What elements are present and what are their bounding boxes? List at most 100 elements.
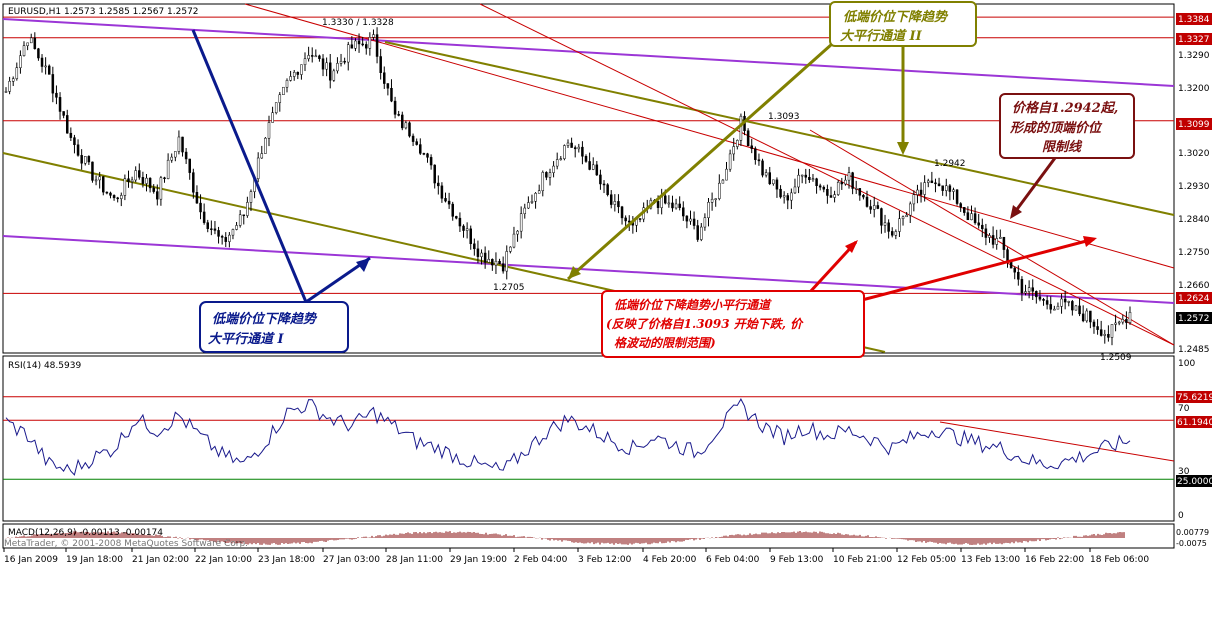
rsi-trend-line [939,421,1175,462]
candle-body [44,65,47,68]
candle-body [217,230,220,237]
candle-body [325,62,328,70]
current-price-label: 1.2572 [1178,314,1210,324]
macd-tick-bottom: -0.0075 [1176,539,1207,548]
candle-body [206,222,209,229]
callout-small-line3: 格波动的限制范围) [614,336,716,350]
candle-body [181,136,184,153]
candle-body [465,228,469,231]
candle-body [736,140,739,147]
candle-body [836,182,840,195]
price-tick: 1.2750 [1178,248,1210,258]
candle-body [444,198,447,202]
candle-body [37,48,40,59]
candle-body [33,37,37,49]
price-annotation-1.3093: 1.3093 [768,112,800,122]
candle-body [1024,291,1027,294]
candle-body [238,214,242,226]
candle-body [573,147,577,150]
candle-body [779,188,782,198]
candle-body [404,122,408,129]
candle-body [545,172,548,178]
candle-body [970,213,973,221]
candle-body [80,155,83,164]
candle-body [1099,329,1103,336]
candle-body [289,76,292,81]
candle-body [141,177,145,184]
candle-body [437,182,440,187]
candle-body [339,60,343,64]
candle-body [55,92,58,98]
candle-body [804,174,808,178]
time-label: 4 Feb 20:00 [643,555,697,565]
candle-body [231,229,235,236]
candle-body [959,203,962,208]
candle-body [620,206,624,219]
candle-body [87,156,91,163]
callout-small-channel: 低端价位下降趋势小平行通道 (反映了价格自1.3093 开始下跌, 价 格波动的… [601,236,1097,358]
candle-body [228,234,231,242]
candle-body [919,189,923,195]
time-label: 28 Jan 11:00 [386,555,443,565]
candle-body [995,238,998,245]
candle-body [555,159,559,167]
candle-body [249,191,253,203]
candle-body [98,176,101,181]
candle-body [689,218,692,222]
candle-body [210,228,213,230]
copyright-watermark: MetaTrader, © 2001-2008 MetaQuotes Softw… [4,539,248,549]
candle-body [408,122,411,137]
candle-body [786,195,790,201]
candle-body [559,158,563,160]
candle-body [69,132,73,138]
candle-body [584,156,588,162]
candle-body [599,174,602,185]
candle-body [494,260,498,266]
candle-body [94,179,98,182]
candle-body [130,179,134,182]
candle-body [361,43,364,46]
candle-body [844,179,847,185]
candle-body [220,236,224,238]
candle-body [811,178,815,181]
time-axis: 16 Jan 2009 19 Jan 18:00 21 Jan 02:00 22 Ja… [3,548,1149,565]
candle-body [120,195,123,199]
candle-body [372,34,375,38]
candle-body [422,153,426,155]
candle-body [310,55,314,57]
candle-body [570,142,573,148]
candle-body [739,115,743,141]
candle-body [332,70,336,81]
candle-body [91,161,94,181]
candle-body [213,228,217,231]
candle-body [516,230,519,235]
candle-body [725,168,728,181]
candle-body [624,217,627,222]
rsi-panel-frame [2,355,1175,522]
candle-body [617,201,620,208]
candle-body [256,157,260,179]
candle-body [509,246,512,252]
candle-body [1045,300,1049,305]
candle-body [40,57,44,67]
candle-body [300,64,303,75]
candle-body [1038,296,1042,300]
candle-body [11,78,15,82]
chart-svg: EURUSD,H1 1.2573 1.2585 1.2567 1.2572 RS… [2,1,1212,565]
candle-body [321,58,325,70]
candle-body [710,198,714,203]
candle-body [667,202,671,205]
candle-body [419,144,422,154]
macd-tick-top: 0.00779 [1176,528,1209,537]
candle-body [595,164,599,176]
candle-body [818,185,822,188]
rsi-tick-100: 100 [1178,359,1195,369]
candle-body [833,194,836,198]
candle-body [393,100,397,115]
candle-body [692,218,696,226]
candle-body [991,235,995,245]
callout-top-limit: 价格自1.2942起, 形成的顶端价位 限制线 [999,93,1135,219]
candle-body [923,182,926,195]
candle-body [26,42,29,46]
candle-body [336,63,339,72]
